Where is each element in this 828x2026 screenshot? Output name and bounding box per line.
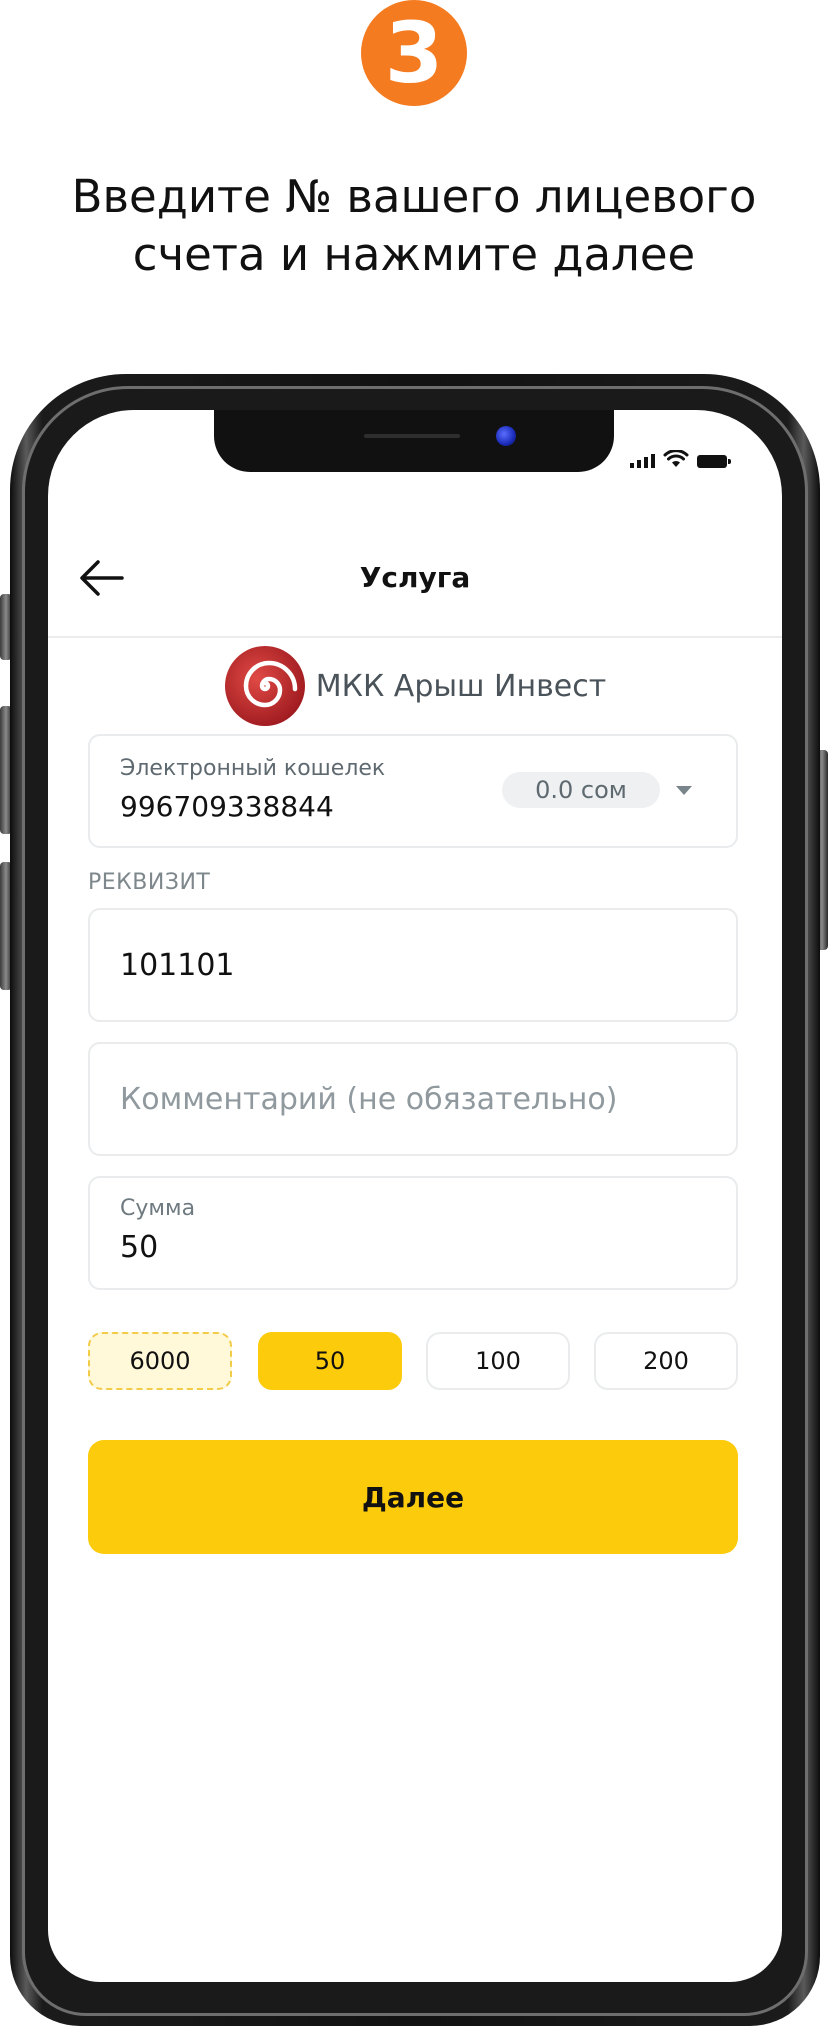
instruction-text: Введите № вашего лицевого счета и нажмит… [0, 168, 828, 284]
requisite-value[interactable]: 101101 [120, 948, 235, 983]
phone-notch [214, 410, 614, 472]
requisite-label: РЕКВИЗИТ [88, 870, 211, 895]
phone-screen: Услуга МКК Арыш Инвест Электронный кошел… [48, 410, 782, 1982]
provider-name: МКК Арыш Инвест [315, 668, 607, 704]
battery-icon [697, 455, 731, 468]
wallet-selector[interactable]: Электронный кошелек 996709338844 0.0 сом [88, 734, 738, 848]
front-camera [496, 426, 516, 446]
next-button[interactable]: Далее [88, 1440, 738, 1554]
spiral-logo-icon [224, 646, 305, 726]
wallet-number: 996709338844 [120, 790, 334, 823]
step-number-badge: 3 [361, 0, 467, 106]
wallet-label: Электронный кошелек [120, 756, 386, 781]
status-bar-icons [630, 450, 731, 468]
comment-placeholder[interactable]: Комментарий (не обязательно) [120, 1082, 617, 1117]
amount-input[interactable]: Сумма 50 [88, 1176, 738, 1290]
instruction-line-1: Введите № вашего лицевого [71, 170, 757, 223]
caret-down-icon[interactable] [676, 786, 692, 795]
wallet-balance-badge: 0.0 сом [502, 772, 660, 808]
amount-chip[interactable]: 200 [594, 1332, 738, 1390]
signal-icon [630, 452, 655, 468]
earpiece-speaker [364, 434, 460, 438]
comment-input[interactable]: Комментарий (не обязательно) [88, 1042, 738, 1156]
amount-value[interactable]: 50 [120, 1230, 158, 1265]
amount-chip-suggested[interactable]: 6000 [88, 1332, 232, 1390]
header-divider [48, 636, 782, 638]
wifi-icon [663, 450, 689, 467]
amount-label: Сумма [120, 1196, 196, 1221]
amount-chip-selected[interactable]: 50 [258, 1332, 402, 1390]
instruction-line-2: счета и нажмите далее [132, 228, 696, 281]
amount-chip[interactable]: 100 [426, 1332, 570, 1390]
provider-header: МКК Арыш Инвест [48, 644, 782, 728]
page-title: Услуга [359, 561, 471, 594]
requisite-input[interactable]: 101101 [88, 908, 738, 1022]
